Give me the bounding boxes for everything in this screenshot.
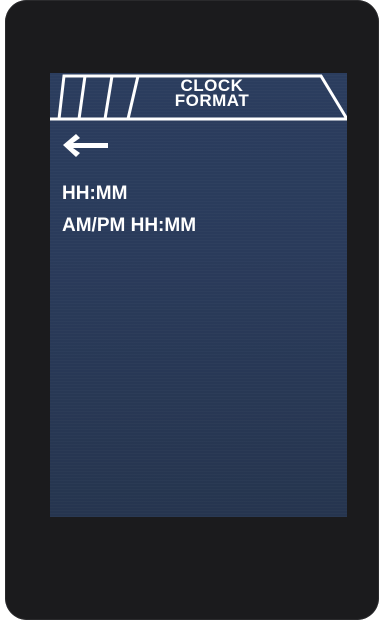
header-bar: CLOCK FORMAT — [50, 73, 347, 121]
display-screen: CLOCK FORMAT HH:MM AM/PM HH:MM — [50, 73, 347, 517]
device-bezel: CLOCK FORMAT HH:MM AM/PM HH:MM — [5, 0, 379, 620]
arrow-left-icon — [63, 134, 108, 157]
back-button[interactable] — [62, 133, 110, 157]
option-12h-format[interactable]: AM/PM HH:MM — [62, 215, 196, 237]
page-title: CLOCK FORMAT — [174, 76, 250, 110]
option-24h-format[interactable]: HH:MM — [62, 183, 127, 205]
